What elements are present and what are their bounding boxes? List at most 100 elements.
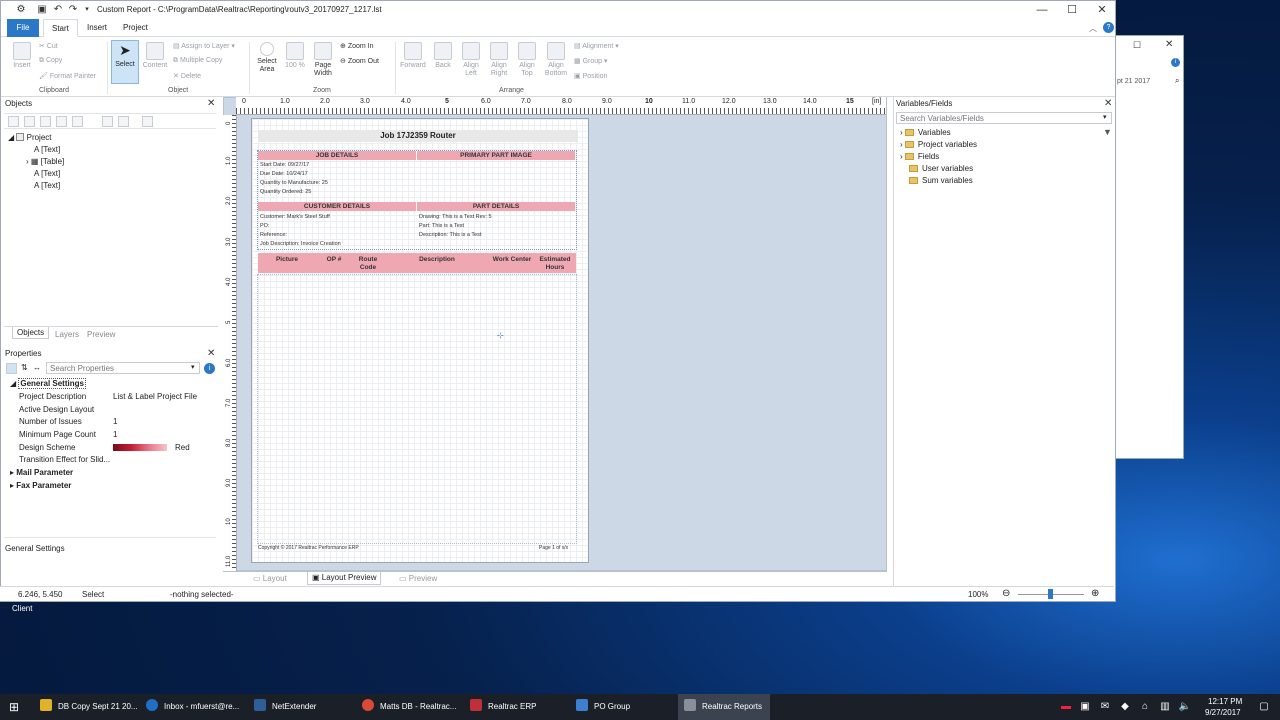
redo-icon[interactable]: ↷ [67,4,79,16]
minimize-button[interactable]: — [1027,1,1057,19]
chevron-down-icon[interactable]: ▾ [191,363,195,371]
undo-icon[interactable]: ↶ [52,4,64,16]
page-width-button[interactable]: Page Width [309,42,337,78]
taskbar-item[interactable]: Matts DB - Realtrac... [362,694,462,720]
sort-icon[interactable]: ⇅ [21,363,28,372]
clock-date[interactable]: 9/27/2017 [1205,708,1241,717]
expand-icon[interactable]: ↔ [33,363,41,372]
align-top-button[interactable]: Align Top [515,42,539,78]
tab-file[interactable]: File [7,19,39,37]
help-icon[interactable]: ? [1103,22,1114,33]
route-table-body-frame[interactable] [257,274,577,544]
customize-dropdown-icon[interactable]: ▾ [81,4,93,16]
tab-insert[interactable]: Insert [79,19,115,37]
tray-icon[interactable]: ⌂ [1137,694,1153,720]
cut-icon[interactable] [24,116,35,127]
close-icon[interactable]: ✕ [1104,98,1112,109]
taskbar-item-active[interactable]: Realtrac Reports [678,694,770,720]
tree-item-text[interactable]: A [Text] [34,145,60,154]
user-variables-item[interactable]: User variables [909,164,973,173]
tab-preview[interactable]: ▭ Preview [399,574,437,583]
tab-layout-preview[interactable]: ▣ Layout Preview [307,572,382,585]
volume-icon[interactable]: 🔈 [1177,694,1193,720]
paste-icon[interactable] [72,116,83,127]
back-button[interactable]: Back [431,42,455,70]
close-icon[interactable]: ✕ [207,348,215,359]
taskbar-item[interactable]: DB Copy Sept 21 20... [38,694,138,720]
property-value[interactable]: List & Label Project File [113,392,197,401]
variables-item[interactable]: › Variables [900,128,951,137]
info-icon[interactable]: i [204,363,215,374]
tab-objects[interactable]: Objects [12,327,50,339]
zoom-out-button[interactable]: ⊖ Zoom Out [340,57,379,65]
background-window[interactable]: ☐ ✕ pt 21 2017 ⌕ i [1112,35,1184,459]
tab-project[interactable]: Project [115,19,156,37]
delete-icon[interactable] [40,116,51,127]
maximize-icon[interactable]: ☐ [1133,40,1141,51]
align-right-button[interactable]: Align Right [487,42,511,78]
group-button[interactable]: ▦ Group ▾ [574,57,608,65]
cut-button[interactable]: ✂ Cut [39,42,58,50]
close-icon[interactable]: ✕ [1165,39,1173,50]
move-up-icon[interactable] [102,116,113,127]
tool-icon[interactable] [8,116,19,127]
copy-icon[interactable] [56,116,67,127]
search-properties-input[interactable]: Search Properties ▾ [46,362,200,374]
property-value[interactable]: 1 [113,417,117,426]
tree-item-text[interactable]: A [Text] [34,181,60,190]
project-variables-item[interactable]: › Project variables [900,140,977,149]
notifications-icon[interactable]: ▢ [1256,694,1272,720]
zoom-slider-thumb[interactable] [1048,589,1053,599]
align-left-button[interactable]: Align Left [459,42,483,78]
alignment-button[interactable]: ▤ Alignment ▾ [574,42,619,50]
delete-button[interactable]: ✕ Delete [173,72,201,80]
format-painter-button[interactable]: 🖌 Format Painter [39,72,96,80]
clock-time[interactable]: 12:17 PM [1208,697,1242,706]
zoom-in-icon[interactable]: ⊕ [1091,588,1099,599]
tray-icon[interactable]: ▬ [1058,694,1074,720]
select-button[interactable]: ➤ Select [111,40,139,84]
report-title[interactable]: Job 17J2359 Router [258,130,578,142]
tab-preview[interactable]: Preview [87,330,115,339]
windows-start-icon[interactable]: ⊞ [6,694,22,720]
position-button[interactable]: ▣ Position [574,72,607,80]
fax-parameter-section[interactable]: ▸ Fax Parameter [10,481,71,490]
tab-start[interactable]: Start [43,19,78,37]
align-bottom-button[interactable]: Align Bottom [542,42,570,78]
fields-item[interactable]: › Fields [900,152,939,161]
tree-item-table[interactable]: › ▦ [Table] [26,157,64,166]
assign-layer-button[interactable]: ▤ Assign to Layer ▾ [173,42,235,50]
chevron-down-icon[interactable]: ▾ [1103,113,1107,121]
taskbar-item[interactable]: NetExtender [254,694,354,720]
tray-icon[interactable]: ✉ [1097,694,1113,720]
select-area-button[interactable]: Select Area [253,42,281,74]
tree-item-project[interactable]: ◢ Project [8,133,52,142]
close-button[interactable]: ✕ [1087,1,1117,19]
move-down-icon[interactable] [118,116,129,127]
tray-icon[interactable]: ▣ [1077,694,1093,720]
content-button[interactable]: Content [141,42,169,70]
taskbar-item[interactable]: Realtrac ERP [470,694,570,720]
close-icon[interactable]: ✕ [207,98,215,109]
categorized-icon[interactable] [6,363,17,374]
search-variables-input[interactable]: Search Variables/Fields ▾ [896,112,1112,124]
copy-button[interactable]: ⧉ Copy [39,57,62,65]
maximize-button[interactable]: ☐ [1057,1,1087,19]
tab-layout[interactable]: ▭ Layout [253,574,287,583]
tab-layers[interactable]: Layers [55,330,79,339]
property-value[interactable]: 1 [113,430,117,439]
properties-icon[interactable] [142,116,153,127]
property-value[interactable]: Red [175,443,190,452]
network-icon[interactable]: ▥ [1157,694,1173,720]
insert-button[interactable]: Insert [9,42,35,70]
taskbar-item[interactable]: PO Group [576,694,676,720]
help-icon[interactable]: i [1171,58,1180,67]
mail-parameter-section[interactable]: ▸ Mail Parameter [10,468,73,477]
tree-item-text[interactable]: A [Text] [34,169,60,178]
taskbar-item[interactable]: Inbox - mfuerst@re... [146,694,244,720]
save-icon[interactable]: ▣ [36,4,48,16]
forward-button[interactable]: Forward [399,42,427,70]
sum-variables-item[interactable]: Sum variables [909,176,973,185]
zoom-out-icon[interactable]: ⊖ [1002,588,1010,599]
zoom-in-button[interactable]: ⊕ Zoom In [340,42,374,50]
